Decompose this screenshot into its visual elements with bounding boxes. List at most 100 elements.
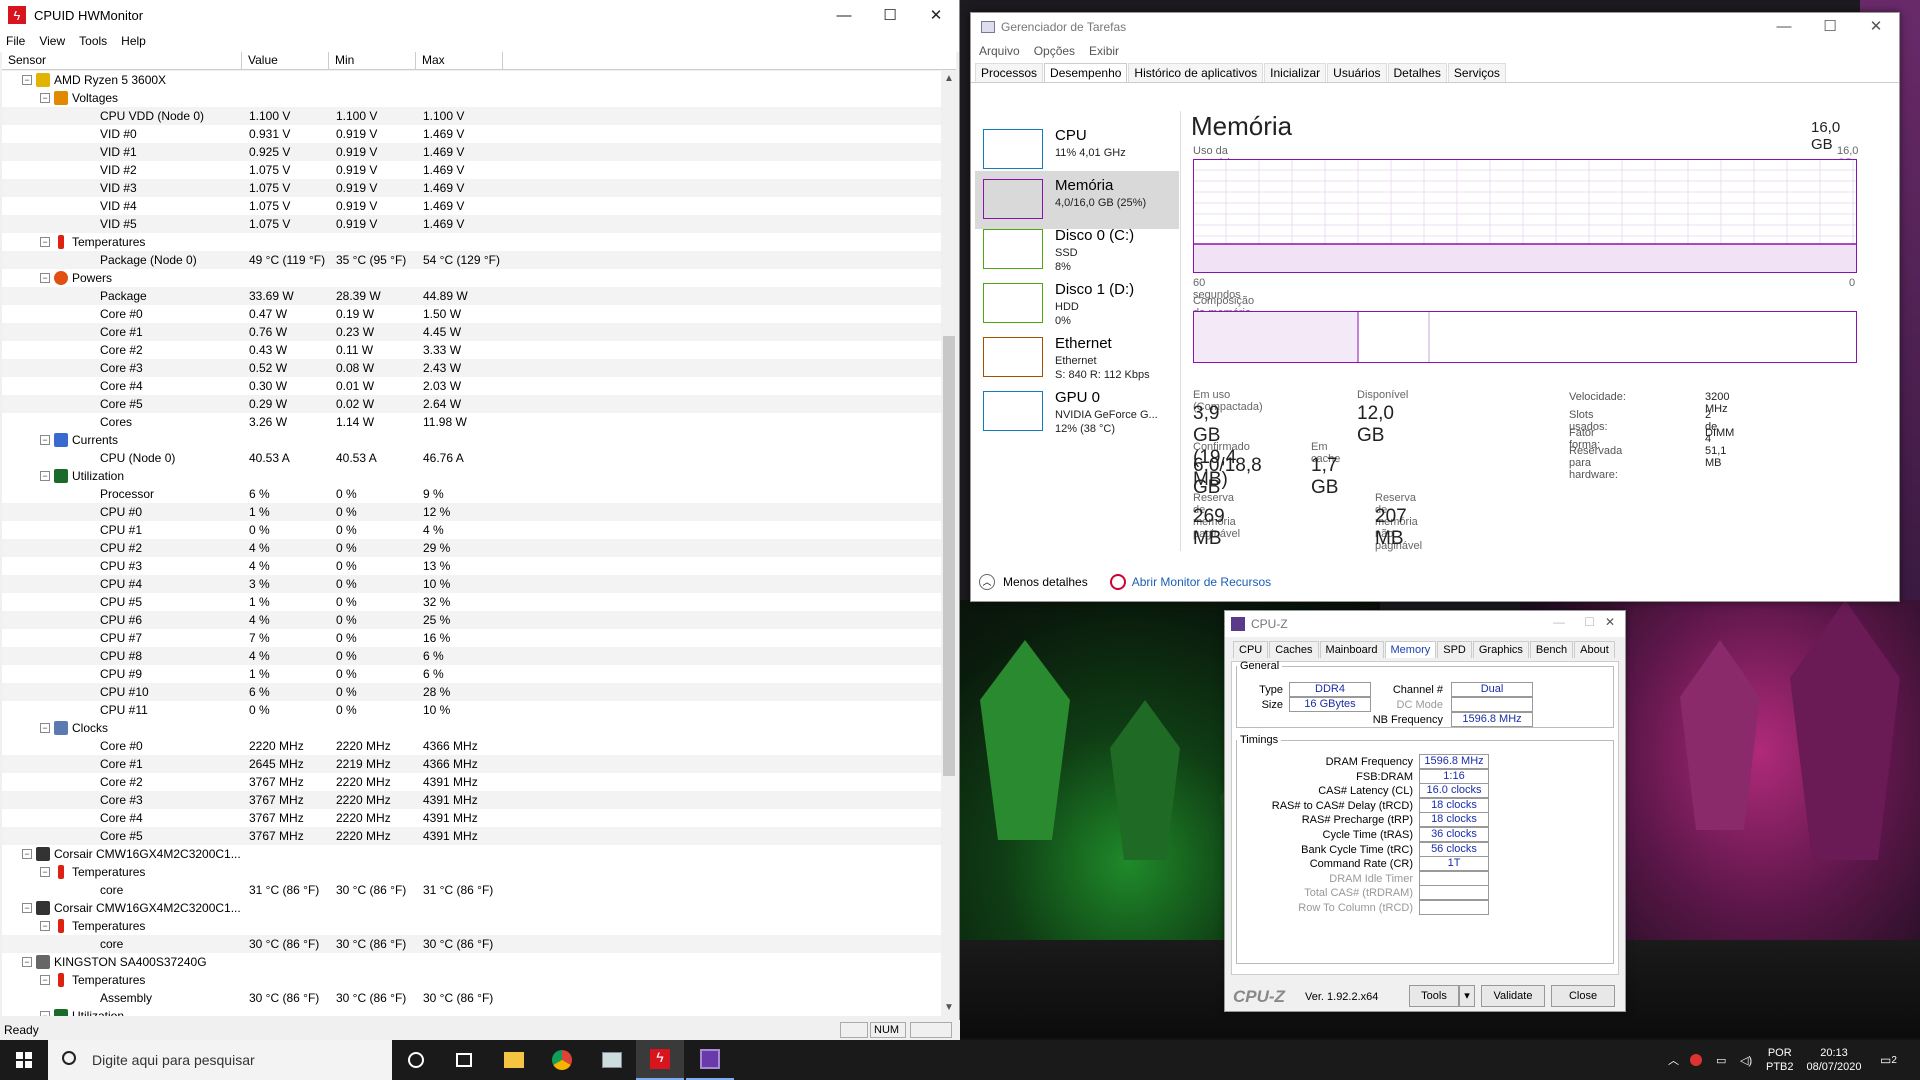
cpuz-tab-caches[interactable]: Caches [1269,641,1319,658]
collapse-toggle-icon[interactable]: − [40,867,50,877]
menu-tools[interactable]: Tools [79,34,107,48]
sensor-group-row[interactable]: − KINGSTON SA400S37240G [2,953,942,971]
sensor-row[interactable]: core 31 °C (86 °F) 30 °C (86 °F) 31 °C (86 … [2,881,942,899]
sensor-row[interactable]: CPU #6 4 % 0 % 25 % [2,611,942,629]
collapse-toggle-icon[interactable]: − [40,1011,50,1016]
task-view-icon[interactable] [440,1040,488,1080]
menu-view[interactable]: View [39,34,65,48]
maximize-button[interactable]: ☐ [867,0,913,30]
tab-detalhes[interactable]: Detalhes [1387,63,1447,82]
sensor-group-row[interactable]: − Utilization [2,1007,942,1016]
sensor-group-row[interactable]: − Utilization [2,467,942,485]
sensor-tree[interactable]: − AMD Ryzen 5 3600X − Voltages CPU VDD (Node… [2,71,942,1016]
cpuz-titlebar[interactable]: CPU-Z — ☐ ✕ [1225,611,1625,637]
collapse-toggle-icon[interactable]: − [40,723,50,733]
sensor-row[interactable]: Core #2 3767 MHz 2220 MHz 4391 MHz [2,773,942,791]
sensor-group-row[interactable]: − Voltages [2,89,942,107]
sensor-row[interactable]: CPU (Node 0) 40.53 A 40.53 A 46.76 A [2,449,942,467]
sensor-row[interactable]: Core #1 2645 MHz 2219 MHz 4366 MHz [2,755,942,773]
collapse-toggle-icon[interactable]: − [22,957,32,967]
cpuz-tab-about[interactable]: About [1574,641,1615,658]
col-max[interactable]: Max [416,52,503,69]
sensor-row[interactable]: Core #3 0.52 W 0.08 W 2.43 W [2,359,942,377]
file-explorer-icon[interactable] [490,1040,538,1080]
collapse-toggle-icon[interactable]: − [40,921,50,931]
cpuz-tab-graphics[interactable]: Graphics [1472,641,1529,658]
sensor-row[interactable]: Core #1 0.76 W 0.23 W 4.45 W [2,323,942,341]
collapse-toggle-icon[interactable]: − [40,435,50,445]
collapse-toggle-icon[interactable]: − [22,903,32,913]
sensor-row[interactable]: VID #5 1.075 V 0.919 V 1.469 V [2,215,942,233]
sensor-row[interactable]: CPU #2 4 % 0 % 29 % [2,539,942,557]
sensor-row[interactable]: CPU #7 7 % 0 % 16 % [2,629,942,647]
show-hidden-icons[interactable]: ︿ [1668,1040,1679,1080]
clock[interactable]: 20:13 08/07/2020 [1802,1040,1866,1080]
scroll-up-arrow-icon[interactable]: ▲ [941,71,957,87]
sensor-row[interactable]: CPU #8 4 % 0 % 6 % [2,647,942,665]
hwmonitor-titlebar[interactable]: ϟ CPUID HWMonitor — ☐ ✕ [0,0,959,30]
sensor-row[interactable]: Package 33.69 W 28.39 W 44.89 W [2,287,942,305]
task-manager-titlebar[interactable]: Gerenciador de Tarefas — ☐ ✕ [971,13,1899,41]
sensor-row[interactable]: CPU #1 0 % 0 % 4 % [2,521,942,539]
open-resource-monitor-link[interactable]: Abrir Monitor de Recursos [1132,575,1271,589]
menu-help[interactable]: Help [121,34,146,48]
sensor-row[interactable]: Core #5 0.29 W 0.02 W 2.64 W [2,395,942,413]
vertical-scrollbar[interactable]: ▲ ▼ [941,71,957,1016]
sensor-group-row[interactable]: − Powers [2,269,942,287]
antivirus-tray-icon[interactable] [1690,1040,1702,1080]
tm-minimize-button[interactable]: — [1761,11,1807,41]
chrome-icon[interactable] [538,1040,586,1080]
language-indicator[interactable]: POR PTB2 [1766,1040,1794,1080]
sensor-group-row[interactable]: − Temperatures [2,233,942,251]
tab-servicos[interactable]: Serviços [1447,63,1506,82]
minimize-button[interactable]: — [821,0,867,30]
cpuz-minimize-button[interactable]: — [1553,615,1565,629]
sensor-group-row[interactable]: − Temperatures [2,971,942,989]
sensor-group-row[interactable]: − AMD Ryzen 5 3600X [2,71,942,89]
collapse-toggle-icon[interactable]: − [40,471,50,481]
collapse-toggle-icon[interactable]: − [40,273,50,283]
cpuz-tab-mainboard[interactable]: Mainboard [1319,641,1384,658]
sensor-row[interactable]: CPU #10 6 % 0 % 28 % [2,683,942,701]
sensor-row[interactable]: Core #3 3767 MHz 2220 MHz 4391 MHz [2,791,942,809]
cpuz-tab-bench[interactable]: Bench [1529,641,1574,658]
cpuz-tab-spd[interactable]: SPD [1437,641,1472,658]
validate-button[interactable]: Validate [1481,985,1545,1007]
sensor-row[interactable]: CPU #5 1 % 0 % 32 % [2,593,942,611]
col-value[interactable]: Value [242,52,329,69]
tools-dropdown-icon[interactable]: ▾ [1459,985,1475,1007]
sensor-row[interactable]: Core #4 0.30 W 0.01 W 2.03 W [2,377,942,395]
tm-menu-arquivo[interactable]: Arquivo [979,44,1020,58]
sensor-row[interactable]: Processor 6 % 0 % 9 % [2,485,942,503]
sensor-row[interactable]: CPU #11 0 % 0 % 10 % [2,701,942,719]
chevron-up-icon[interactable]: ︿ [979,574,995,590]
notification-center-icon[interactable]: ▭ 2 [1880,1040,1897,1080]
tm-menu-opcoes[interactable]: Opções [1034,44,1075,58]
tm-close-button[interactable]: ✕ [1853,11,1899,41]
sensor-row[interactable]: Core #2 0.43 W 0.11 W 3.33 W [2,341,942,359]
sensor-row[interactable]: Core #4 3767 MHz 2220 MHz 4391 MHz [2,809,942,827]
scroll-down-arrow-icon[interactable]: ▼ [941,1000,957,1016]
scroll-thumb[interactable] [943,336,955,776]
col-min[interactable]: Min [329,52,416,69]
sensor-row[interactable]: Cores 3.26 W 1.14 W 11.98 W [2,413,942,431]
sensor-group-row[interactable]: − Temperatures [2,863,942,881]
sensor-row[interactable]: CPU #9 1 % 0 % 6 % [2,665,942,683]
sensor-row[interactable]: CPU #4 3 % 0 % 10 % [2,575,942,593]
sensor-row[interactable]: Core #0 2220 MHz 2220 MHz 4366 MHz [2,737,942,755]
tm-menu-exibir[interactable]: Exibir [1089,44,1119,58]
sensor-row[interactable]: VID #0 0.931 V 0.919 V 1.469 V [2,125,942,143]
collapse-toggle-icon[interactable]: − [22,849,32,859]
cpuz-tab-memory[interactable]: Memory [1384,641,1437,658]
sensor-row[interactable]: CPU #0 1 % 0 % 12 % [2,503,942,521]
sensor-row[interactable]: Core #0 0.47 W 0.19 W 1.50 W [2,305,942,323]
sensor-group-row[interactable]: − Corsair CMW16GX4M2C3200C1... [2,899,942,917]
sensor-row[interactable]: VID #4 1.075 V 0.919 V 1.469 V [2,197,942,215]
tab-inicializar[interactable]: Inicializar [1264,63,1327,82]
collapse-toggle-icon[interactable]: − [40,93,50,103]
perf-item-gpu0[interactable]: GPU 0 NVIDIA GeForce G... 12% (38 °C) [975,383,1179,441]
perf-item-disk0[interactable]: Disco 0 (C:) SSD 8% [975,221,1179,279]
tab-historico[interactable]: Histórico de aplicativos [1128,63,1264,82]
volume-icon[interactable]: ◁) [1740,1040,1752,1080]
perf-item-ethernet[interactable]: Ethernet Ethernet S: 840 R: 112 Kbps [975,329,1179,387]
